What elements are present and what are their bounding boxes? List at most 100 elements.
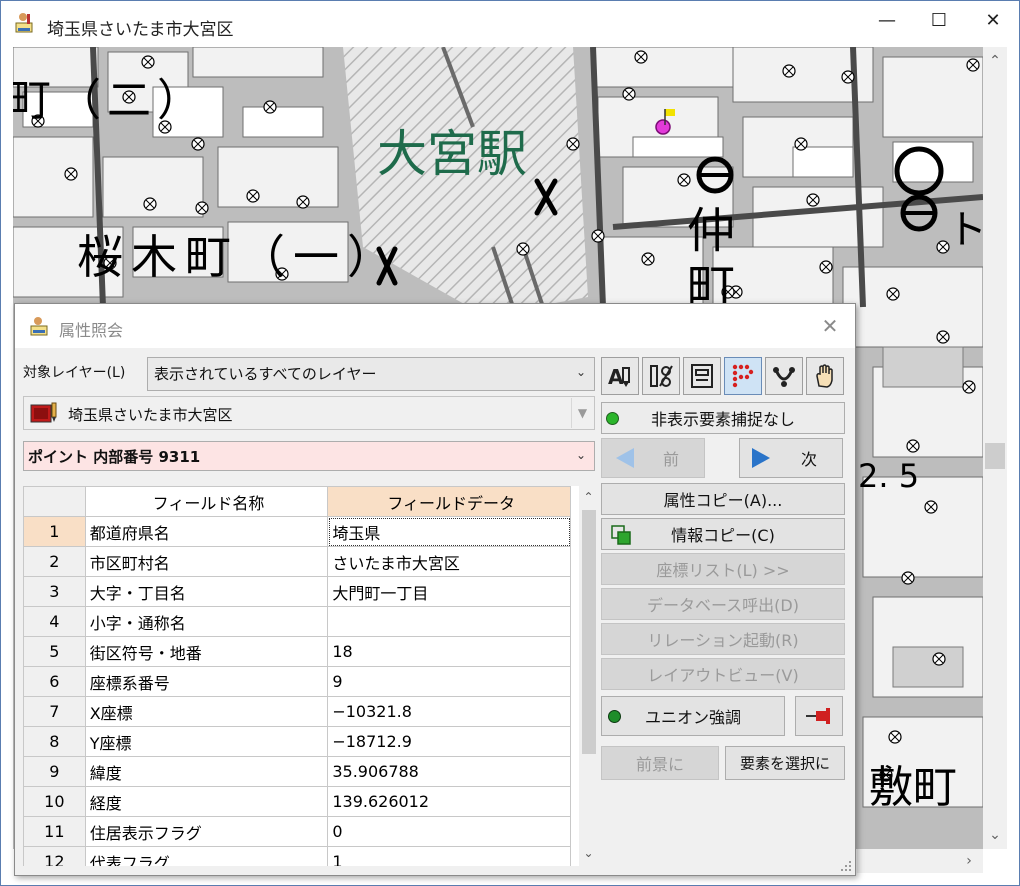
map-label-district1: 町（二） [13,75,207,126]
map-vertical-scrollbar[interactable]: ⌃ ⌄ [983,47,1007,849]
attribute-copy-button[interactable]: 属性コピー(A)... [601,483,845,515]
chevron-down-icon[interactable]: ⌄ [572,362,590,382]
field-data-cell[interactable] [327,606,571,637]
field-name-cell[interactable]: 街区符号・地番 [84,636,329,667]
maximize-button[interactable]: ☐ [917,7,961,35]
attribute-edit-button[interactable]: A [601,357,639,395]
relation-launch-label: リレーション起動(R) [647,631,799,650]
field-name-cell[interactable]: 都道府県名 [84,516,329,547]
scroll-up-icon[interactable]: ⌃ [983,49,1007,73]
row-number: 12 [23,846,86,866]
field-data-cell[interactable]: 大門町一丁目 [327,576,571,607]
select-element-button[interactable]: 要素を選択に [725,746,845,780]
map-select-value: 埼玉県さいたま市大宮区 [68,406,233,424]
column-header-field-data[interactable]: フィールドデータ [327,486,571,517]
table-row[interactable]: 8 Y座標 −18712.9 [23,726,571,757]
scroll-down-icon[interactable]: ⌄ [983,823,1007,847]
map-label-shiki: 敷町 [869,762,957,813]
table-row[interactable]: 1 都道府県名 埼玉県 [23,516,571,547]
field-data-cell[interactable]: 18 [327,636,571,667]
table-row[interactable]: 6 座標系番号 9 [23,666,571,697]
table-row[interactable]: 11 住居表示フラグ 0 [23,816,571,847]
table-row[interactable]: 3 大字・丁目名 大門町一丁目 [23,576,571,607]
database-call-button[interactable]: データベース呼出(D) [601,588,845,620]
field-data-cell[interactable]: 9 [327,666,571,697]
field-data-cell[interactable]: 0 [327,816,571,847]
target-layer-select[interactable]: 表示されているすべてのレイヤー ⌄ [147,357,595,391]
scroll-up-icon[interactable]: ⌃ [579,486,598,508]
resize-grip-icon[interactable] [839,859,853,873]
minimize-button[interactable]: — [865,7,909,35]
union-highlight-label: ユニオン強調 [644,708,741,727]
feature-select[interactable]: ポイント 内部番号 9311 ⌄ [23,441,595,471]
frame-icon [691,364,713,388]
field-name-cell[interactable]: Y座標 [84,726,329,757]
union-highlight-button[interactable]: ユニオン強調 [601,696,785,736]
hand-pan-button[interactable] [806,357,844,395]
info-copy-button[interactable]: 情報コピー(C) [601,518,845,550]
row-number: 6 [23,666,86,697]
map-select[interactable]: 埼玉県さいたま市大宮区 ▼ [23,396,595,430]
pushpin-icon [806,708,830,724]
scroll-right-icon[interactable]: › [959,849,979,873]
row-number: 11 [23,816,86,847]
prev-label: 前 [662,450,679,469]
scroll-down-icon[interactable]: ⌄ [579,842,598,864]
field-data-cell[interactable]: −18712.9 [327,726,571,757]
select-element-label: 要素を選択に [739,754,830,773]
field-name-cell[interactable]: 小字・通称名 [84,606,329,637]
scroll-thumb[interactable] [985,443,1005,469]
coord-list-button[interactable]: 座標リスト(L) >> [601,553,845,585]
field-name-cell[interactable]: 座標系番号 [84,666,329,697]
field-name-cell[interactable]: 緯度 [84,756,329,787]
attribute-query-dialog: 属性照会 ✕ 対象レイヤー(L) 表示されているすべてのレイヤー ⌄ 埼玉県さい… [14,303,856,876]
column-header-field-name[interactable]: フィールド名称 [84,486,329,517]
dialog-close-button[interactable]: ✕ [815,312,845,340]
field-data-cell[interactable]: 1 [327,846,571,866]
coord-list-label: 座標リスト(L) >> [656,561,790,580]
table-row[interactable]: 4 小字・通称名 [23,606,571,637]
table-row[interactable]: 12 代表フラグ 1 [23,846,571,866]
pin-button[interactable] [795,696,843,736]
table-scrollbar[interactable]: ⌃ ⌄ [579,486,598,866]
next-button[interactable]: 次 [739,438,843,478]
map-horizontal-scrollbar[interactable]: › [857,849,983,873]
attribute-filter-button[interactable] [642,357,680,395]
scroll-thumb[interactable] [582,510,596,754]
table-row[interactable]: 2 市区町村名 さいたま市大宮区 [23,546,571,577]
prev-button[interactable]: 前 [601,438,705,478]
table-row[interactable]: 10 経度 139.626012 [23,786,571,817]
field-name-cell[interactable]: 住居表示フラグ [84,816,329,847]
layout-view-button[interactable]: レイアウトビュー(V) [601,658,845,690]
field-data-cell[interactable]: 139.626012 [327,786,571,817]
close-button[interactable]: ✕ [971,7,1015,35]
chevron-down-icon[interactable]: ▼ [571,398,593,428]
to-foreground-button[interactable]: 前景に [601,746,719,780]
union-button[interactable] [765,357,803,395]
frame-button[interactable] [683,357,721,395]
capture-status-button[interactable]: 非表示要素捕捉なし [601,402,845,434]
field-data-cell[interactable]: 35.906788 [327,756,571,787]
field-name-cell[interactable]: 大字・丁目名 [84,576,329,607]
relation-launch-button[interactable]: リレーション起動(R) [601,623,845,655]
point-capture-button[interactable] [724,357,762,395]
field-name-cell[interactable]: 市区町村名 [84,546,329,577]
table-row[interactable]: 7 X座標 −10321.8 [23,696,571,727]
map-label-number: 2. 5 [858,457,919,495]
capture-status-label: 非表示要素捕捉なし [650,410,795,429]
field-name-cell[interactable]: 代表フラグ [84,846,329,866]
field-data-cell[interactable]: 埼玉県 [327,516,571,547]
attribute-edit-icon: A [608,365,630,389]
field-data-cell[interactable]: さいたま市大宮区 [327,546,571,577]
field-data-cell[interactable]: −10321.8 [327,696,571,727]
field-name-cell[interactable]: X座標 [84,696,329,727]
layout-view-label: レイアウトビュー(V) [647,666,799,685]
arrow-left-icon [616,448,634,468]
field-name-cell[interactable]: 経度 [84,786,329,817]
map-label-naka: 仲 [687,203,735,259]
map-label-district2: 桜木町（一） [77,230,401,284]
table-row[interactable]: 9 緯度 35.906788 [23,756,571,787]
table-row[interactable]: 5 街区符号・地番 18 [23,636,571,667]
arrow-right-icon [752,448,770,468]
chevron-down-icon[interactable]: ⌄ [572,445,590,465]
